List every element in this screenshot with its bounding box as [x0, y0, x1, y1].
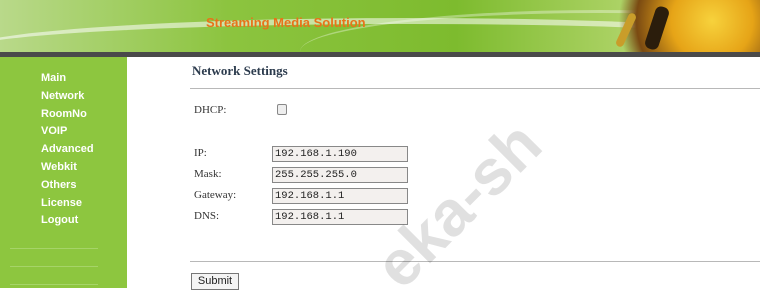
mask-label: Mask:: [194, 168, 222, 180]
sidebar-item-webkit[interactable]: Webkit: [0, 159, 127, 177]
dns-label: DNS:: [194, 210, 220, 222]
sidebar-item-network[interactable]: Network: [0, 88, 127, 106]
dhcp-label: DHCP:: [194, 104, 227, 116]
sidebar-item-others[interactable]: Others: [0, 177, 127, 195]
sidebar-nav: Main Network RoomNo VOIP Advanced Webkit…: [0, 70, 127, 230]
app-title: Streaming Media Solution: [206, 15, 366, 30]
form-divider: [190, 261, 760, 262]
mask-field[interactable]: 255.255.255.0: [272, 167, 408, 183]
page-title: Network Settings: [192, 63, 288, 78]
sidebar-divider: [10, 284, 98, 285]
sidebar-item-voip[interactable]: VOIP: [0, 123, 127, 141]
title-divider: [190, 88, 760, 89]
sidebar-item-main[interactable]: Main: [0, 70, 127, 88]
sidebar-divider: [10, 248, 98, 249]
sidebar-divider: [10, 266, 98, 267]
dhcp-checkbox[interactable]: [277, 104, 287, 115]
sidebar-item-roomno[interactable]: RoomNo: [0, 106, 127, 124]
sidebar-item-license[interactable]: License: [0, 195, 127, 213]
ip-field[interactable]: 192.168.1.190: [272, 146, 408, 162]
header-banner: Streaming Media Solution: [0, 0, 760, 52]
sidebar-item-advanced[interactable]: Advanced: [0, 141, 127, 159]
sidebar-item-logout[interactable]: Logout: [0, 212, 127, 230]
submit-button[interactable]: Submit: [191, 273, 239, 290]
sidebar: Main Network RoomNo VOIP Advanced Webkit…: [0, 57, 127, 288]
gateway-field[interactable]: 192.168.1.1: [272, 188, 408, 204]
ip-label: IP:: [194, 147, 207, 159]
gateway-label: Gateway:: [194, 189, 237, 201]
